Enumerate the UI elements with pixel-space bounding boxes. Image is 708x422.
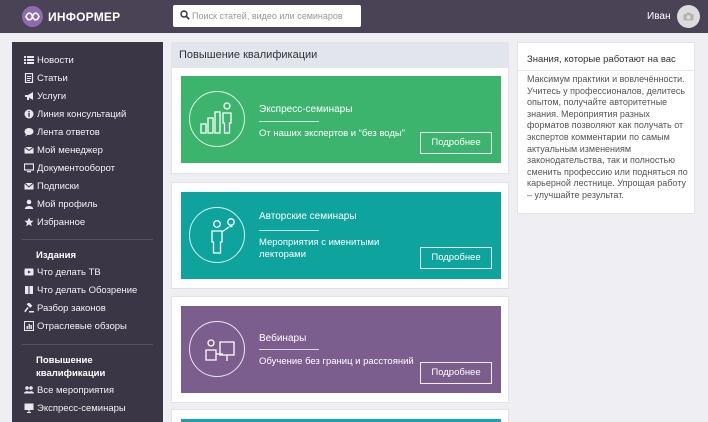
more-button[interactable]: Подробнее bbox=[420, 247, 492, 269]
search-icon bbox=[180, 10, 190, 20]
card-subtitle: От наших экспертов и “без воды” bbox=[259, 128, 405, 139]
card-subtitle: Обучение без границ и расстояний bbox=[259, 356, 414, 367]
brand-name[interactable]: ИНФОРМЕР bbox=[48, 10, 120, 24]
sidebar-section-training: Повышение квалификации bbox=[36, 355, 106, 379]
envelope-icon bbox=[24, 181, 34, 191]
logo-icon[interactable] bbox=[22, 6, 43, 27]
group-icon bbox=[24, 385, 34, 395]
more-button[interactable]: Подробнее bbox=[420, 362, 492, 384]
sidebar: Новости Статьи Услуги Линия консультаций… bbox=[12, 42, 163, 422]
monitor-icon bbox=[24, 163, 34, 173]
video-icon bbox=[24, 267, 34, 277]
sidebar-item-favorites[interactable]: Избранное bbox=[24, 215, 85, 229]
user-icon bbox=[24, 199, 34, 209]
sidebar-item-services[interactable]: Услуги bbox=[24, 89, 66, 103]
card-title: Вебинары bbox=[259, 333, 307, 344]
sidebar-divider bbox=[22, 344, 153, 345]
card-divider bbox=[259, 121, 319, 122]
page-title: Повышение квалификации bbox=[179, 49, 318, 61]
card-title: Авторские семинары bbox=[259, 211, 357, 222]
megaphone-icon bbox=[24, 91, 34, 101]
top-bar: ИНФОРМЕР Иван bbox=[0, 0, 708, 33]
main-content: Повышение квалификации Экспресс-семинары… bbox=[171, 42, 509, 422]
star-icon bbox=[24, 217, 34, 227]
main-header: Повышение квалификации bbox=[171, 42, 509, 67]
lecturer-idea-icon bbox=[189, 207, 245, 263]
info-panel: Знания, которые работают на вас Максимум… bbox=[517, 42, 695, 214]
card-container: Вебинары Обучение без границ и расстояни… bbox=[171, 296, 509, 403]
card-webinars[interactable]: Вебинары Обучение без границ и расстояни… bbox=[181, 306, 501, 393]
sidebar-item-industry-reviews[interactable]: Отраслевые обзоры bbox=[24, 319, 127, 333]
webinar-icon bbox=[189, 321, 245, 377]
card-container: Экспресс-семинары От наших экспертов и “… bbox=[171, 67, 509, 174]
info-panel-divider bbox=[518, 70, 694, 71]
sidebar-item-laws[interactable]: Разбор законов bbox=[24, 301, 106, 315]
card-container bbox=[171, 409, 509, 422]
list-icon bbox=[24, 55, 34, 65]
sidebar-item-tv[interactable]: Что делать ТВ bbox=[24, 265, 101, 279]
search-box[interactable] bbox=[173, 5, 361, 27]
sidebar-item-my-manager[interactable]: Мой менеджер bbox=[24, 143, 103, 157]
sidebar-item-document-flow[interactable]: Документооборот bbox=[24, 161, 115, 175]
gavel-icon bbox=[24, 303, 34, 313]
bar-chart-person-icon bbox=[189, 91, 245, 147]
sidebar-item-my-profile[interactable]: Мой профиль bbox=[24, 197, 98, 211]
sidebar-section-publications: Издания bbox=[36, 250, 76, 261]
sidebar-item-express-seminars[interactable]: Экспресс-семинары bbox=[24, 401, 126, 415]
more-button[interactable]: Подробнее bbox=[420, 132, 492, 154]
sidebar-divider bbox=[22, 239, 153, 240]
sidebar-item-review[interactable]: Что делать Обозрение bbox=[24, 283, 137, 297]
info-icon bbox=[24, 109, 34, 119]
sidebar-item-articles[interactable]: Статьи bbox=[24, 71, 68, 85]
info-panel-text: Максимум практики и вовлечённости. Учите… bbox=[527, 74, 688, 200]
sidebar-item-answers-feed[interactable]: Лента ответов bbox=[24, 125, 100, 139]
book-icon bbox=[24, 285, 34, 295]
sidebar-item-news[interactable]: Новости bbox=[24, 53, 74, 67]
card-author-seminars[interactable]: Авторские семинары Мероприятия с имениты… bbox=[181, 192, 501, 279]
card-container: Авторские семинары Мероприятия с имениты… bbox=[171, 182, 509, 289]
sidebar-item-all-events[interactable]: Все мероприятия bbox=[24, 383, 114, 397]
chart-icon bbox=[24, 321, 34, 331]
sidebar-item-subscriptions[interactable]: Подписки bbox=[24, 179, 79, 193]
camera-icon bbox=[683, 12, 694, 21]
card-divider bbox=[259, 230, 319, 231]
info-panel-title: Знания, которые работают на вас bbox=[527, 54, 676, 65]
document-icon bbox=[24, 73, 34, 83]
card-express-seminars[interactable]: Экспресс-семинары От наших экспертов и “… bbox=[181, 76, 501, 163]
search-input[interactable] bbox=[192, 7, 357, 25]
mail-icon bbox=[24, 145, 34, 155]
sidebar-item-consultations[interactable]: Линия консультаций bbox=[24, 107, 126, 121]
card-subtitle: Мероприятия с именитыми лекторами bbox=[259, 237, 380, 260]
user-name[interactable]: Иван bbox=[647, 11, 670, 22]
card-divider bbox=[259, 349, 319, 350]
presentation-icon bbox=[24, 403, 34, 413]
chat-icon bbox=[24, 127, 34, 137]
avatar[interactable] bbox=[677, 5, 700, 28]
card-title: Экспресс-семинары bbox=[259, 104, 353, 115]
